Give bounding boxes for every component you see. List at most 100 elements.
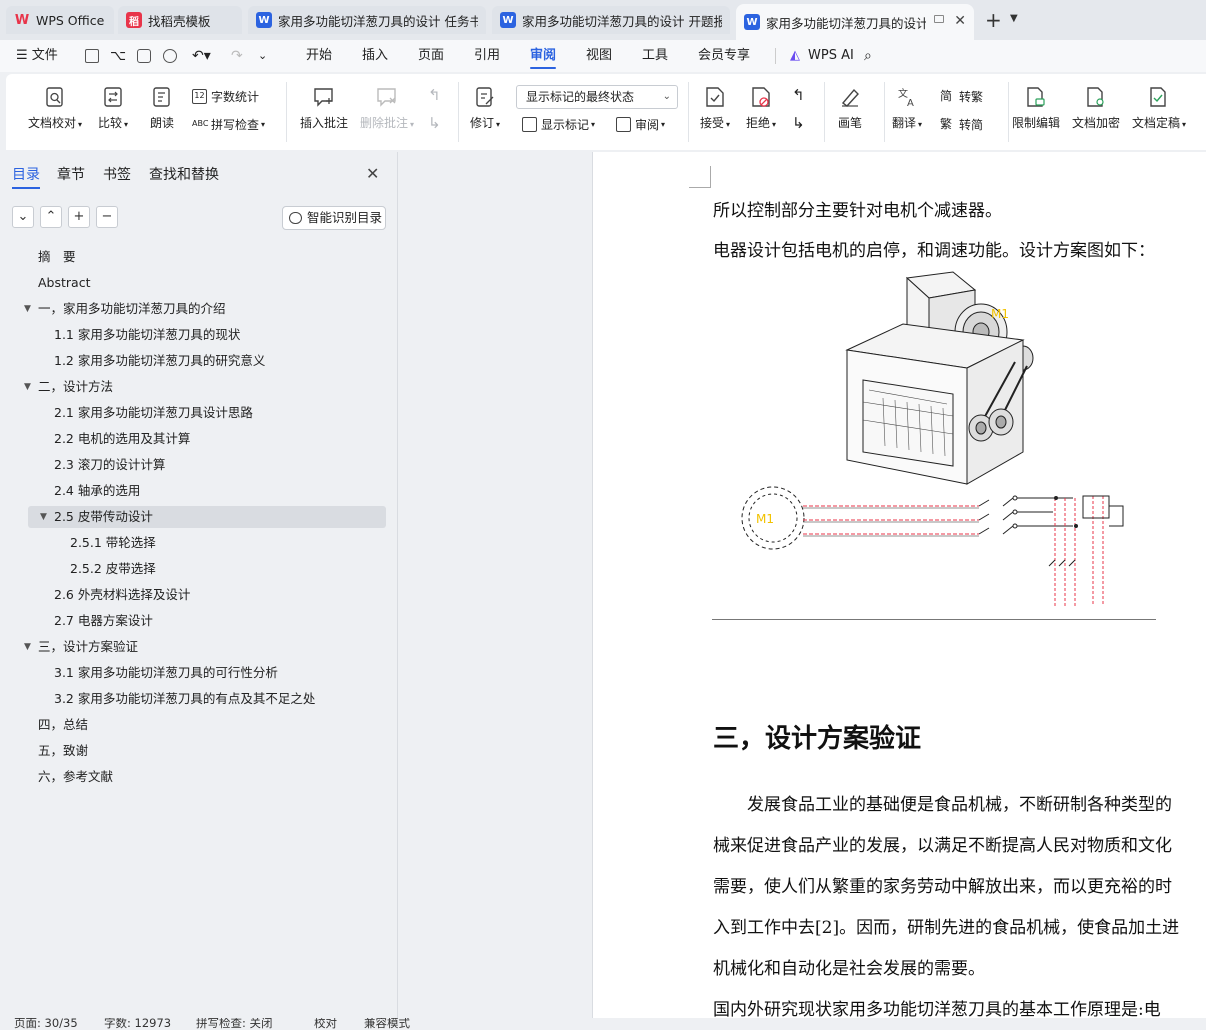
ribbon-separator (286, 82, 287, 142)
smart-toc-button[interactable]: 智能识别目录 (282, 206, 386, 230)
translate-button[interactable]: 文A 翻译 ▾ (892, 86, 922, 131)
add-heading-button[interactable]: + (68, 206, 90, 228)
ribbon-separator (1008, 82, 1009, 142)
page-indicator[interactable]: 页面: 30/35 (14, 1018, 78, 1030)
chevron-down-icon[interactable]: ▼ (1010, 13, 1018, 24)
expand-arrow-icon[interactable]: ▼ (24, 636, 31, 658)
menu-insert[interactable]: 插入 (362, 40, 388, 72)
tab-docer-templates[interactable]: 稻 找稻壳模板 (118, 6, 242, 34)
menu-home[interactable]: 开始 (306, 40, 332, 72)
remove-heading-button[interactable]: − (96, 206, 118, 228)
toc-item[interactable]: 1.2 家用多功能切洋葱刀具的研究意义 (0, 350, 398, 372)
to-simplified-button[interactable]: 繁 转简 (940, 116, 983, 133)
toc-item[interactable]: 2.3 滚刀的设计计算 (0, 454, 398, 476)
markup-state-select[interactable]: 显示标记的最终状态 ⌄ (516, 85, 678, 109)
share-icon[interactable]: ⌥ (110, 40, 126, 72)
collapse-all-button[interactable]: ⌄ (12, 206, 34, 228)
next-change-icon[interactable]: ↳ (792, 114, 805, 132)
menu-view[interactable]: 视图 (586, 40, 612, 72)
new-tab-icon[interactable]: + (985, 8, 1002, 32)
expand-arrow-icon[interactable]: ▼ (40, 506, 47, 528)
read-aloud-button[interactable]: 朗读 (150, 86, 174, 131)
menu-membership[interactable]: 会员专享 (698, 40, 750, 72)
toc-item[interactable]: 2.4 轴承的选用 (0, 480, 398, 502)
split-window-icon[interactable] (934, 15, 944, 23)
word-count-status[interactable]: 字数: 12973 (104, 1018, 171, 1030)
encrypt-button[interactable]: 文档加密 (1072, 86, 1120, 131)
toc-item[interactable]: 2.6 外壳材料选择及设计 (0, 584, 398, 606)
word-doc-icon: W (744, 14, 760, 30)
pen-button[interactable]: 画笔 (838, 86, 862, 131)
menu-review[interactable]: 审阅 (530, 40, 557, 72)
toc-item[interactable]: ▼ 二，设计方法 (0, 376, 398, 398)
wps-logo-icon: W (14, 12, 30, 28)
finalize-button[interactable]: 文档定稿 ▾ (1132, 86, 1186, 131)
menu-page[interactable]: 页面 (418, 40, 444, 72)
print-icon[interactable] (137, 49, 151, 63)
toc-item[interactable]: Abstract (0, 272, 398, 294)
file-menu[interactable]: ☰ 文件 (16, 40, 58, 72)
redo-icon[interactable]: ↷ (231, 40, 243, 72)
document-page[interactable]: 所以控制部分主要针对电机个减速器。 电器设计包括电机的启停，和调速功能。设计方案… (592, 152, 1206, 1018)
toc-item[interactable]: 摘 要 (0, 246, 398, 268)
spell-check-button[interactable]: ABC 拼写检查 ▾ (192, 116, 265, 133)
status-bar: 页面: 30/35 字数: 12973 拼写检查: 关闭 校对 兼容模式 (0, 1018, 1206, 1030)
reject-button[interactable]: 拒绝 ▾ (746, 86, 776, 131)
delete-comment-button[interactable]: 删除批注 ▾ (360, 86, 414, 131)
compare-button[interactable]: 比较 ▾ (98, 86, 128, 131)
expand-up-button[interactable]: ⌃ (40, 206, 62, 228)
toc-item[interactable]: 2.2 电机的选用及其计算 (0, 428, 398, 450)
spell-check-status[interactable]: 拼写检查: 关闭 (196, 1018, 273, 1030)
undo-icon[interactable]: ↶▾ (192, 40, 211, 72)
tab-task-book[interactable]: W 家用多功能切洋葱刀具的设计 任务书 (248, 6, 486, 34)
tab-bookmarks[interactable]: 书签 (103, 164, 131, 184)
menu-references[interactable]: 引用 (474, 40, 500, 72)
review-pane-button[interactable]: 审阅 ▾ (616, 116, 665, 133)
expand-arrow-icon[interactable]: ▼ (24, 298, 31, 320)
next-comment-icon[interactable]: ↳ (428, 114, 441, 132)
close-icon[interactable]: ✕ (366, 164, 379, 183)
more-icon[interactable]: ⌄ (258, 40, 267, 72)
toc-item[interactable]: 3.2 家用多功能切洋葱刀具的有点及其不足之处 (0, 688, 398, 710)
toc-item[interactable]: 2.1 家用多功能切洋葱刀具设计思路 (0, 402, 398, 424)
search-icon[interactable]: ⌕ (864, 40, 872, 72)
toc-item[interactable]: 四，总结 (0, 714, 398, 736)
menu-tools[interactable]: 工具 (642, 40, 668, 72)
insert-comment-label: 插入批注 (300, 116, 349, 130)
previous-change-icon[interactable]: ↰ (792, 86, 805, 104)
to-traditional-button[interactable]: 简 转繁 (940, 88, 983, 105)
toc-item-label: 2.5.2 皮带选择 (70, 561, 156, 576)
toc-item[interactable]: ▼ 2.5 皮带传动设计 (28, 506, 386, 528)
toc-item[interactable]: ▼ 三，设计方案验证 (0, 636, 398, 658)
accept-button[interactable]: 接受 ▾ (700, 86, 730, 131)
toc-item[interactable]: 3.1 家用多功能切洋葱刀具的可行性分析 (0, 662, 398, 684)
show-markup-button[interactable]: 显示标记 ▾ (522, 116, 595, 133)
toc-item[interactable]: 2.7 电器方案设计 (0, 610, 398, 632)
proof-status[interactable]: 校对 (314, 1018, 337, 1030)
tab-toc[interactable]: 目录 (12, 164, 40, 189)
expand-arrow-icon[interactable]: ▼ (24, 376, 31, 398)
toc-item[interactable]: 1.1 家用多功能切洋葱刀具的现状 (0, 324, 398, 346)
toc-item-label: Abstract (38, 275, 91, 290)
insert-comment-button[interactable]: 插入批注 (300, 86, 348, 131)
track-changes-button[interactable]: 修订 ▾ (470, 86, 500, 131)
tab-find-replace[interactable]: 查找和替换 (149, 164, 219, 184)
word-count-button[interactable]: 12 字数统计 (192, 88, 259, 105)
print-preview-icon[interactable] (163, 49, 177, 63)
toc-item[interactable]: 六，参考文献 (0, 766, 398, 788)
toc-item[interactable]: 2.5.2 皮带选择 (0, 558, 398, 580)
save-icon[interactable] (85, 49, 99, 63)
tab-sections[interactable]: 章节 (57, 164, 85, 184)
previous-comment-icon[interactable]: ↰ (428, 86, 441, 104)
tab-proposal-report[interactable]: W 家用多功能切洋葱刀具的设计 开题报告 (492, 6, 730, 34)
close-icon[interactable]: ✕ (954, 13, 966, 29)
restrict-edit-button[interactable]: 限制编辑 (1012, 86, 1060, 131)
wps-ai-button[interactable]: WPS AI (808, 40, 854, 72)
toc-item[interactable]: 五，致谢 (0, 740, 398, 762)
tab-current-document[interactable]: W 家用多功能切洋葱刀具的设计 ✕ (736, 4, 974, 40)
toc-item[interactable]: 2.5.1 带轮选择 (0, 532, 398, 554)
toc-item[interactable]: ▼ 一，家用多功能切洋葱刀具的介绍 (0, 298, 398, 320)
compat-mode-status: 兼容模式 (364, 1018, 410, 1030)
proofread-button[interactable]: 文档校对 ▾ (28, 86, 82, 131)
tab-wps-office[interactable]: W WPS Office (6, 6, 114, 34)
